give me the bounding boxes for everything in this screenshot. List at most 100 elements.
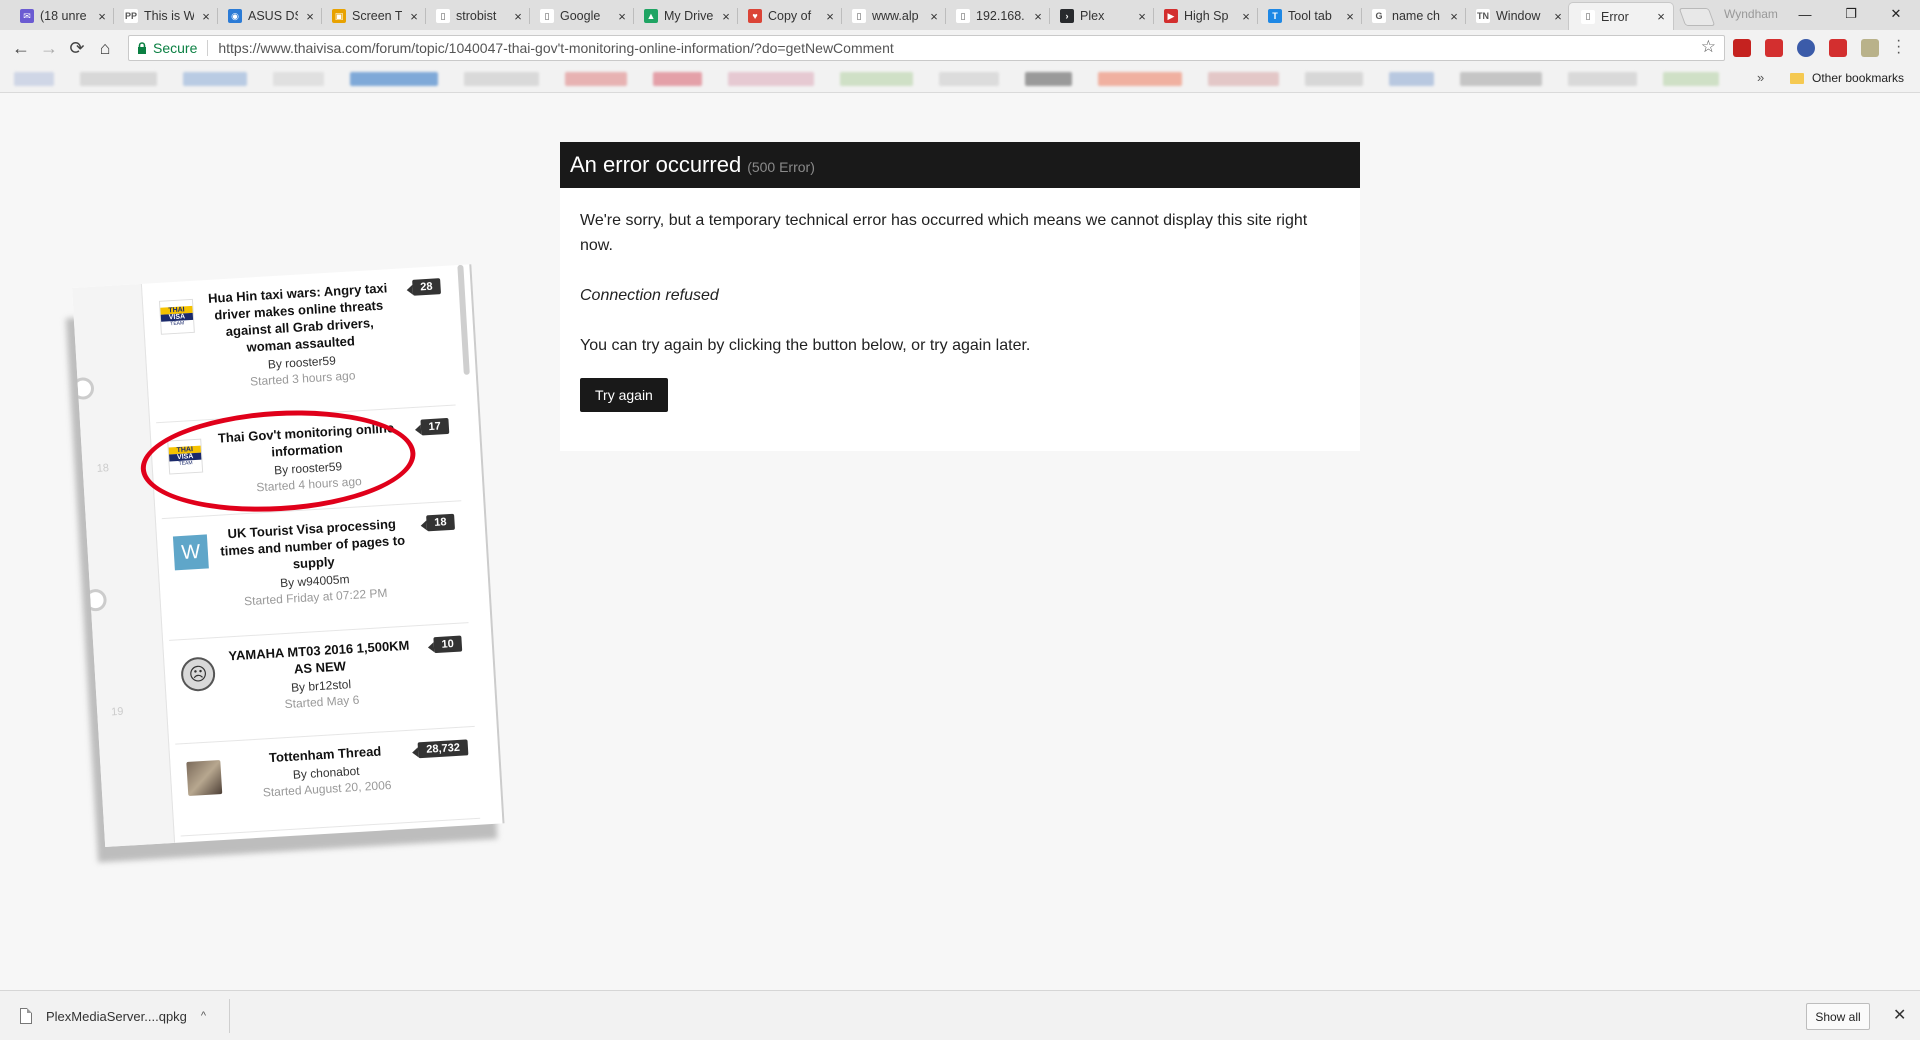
tab-favicon-icon: ▯ xyxy=(852,9,866,23)
download-filename: PlexMediaServer....qpkg xyxy=(46,1008,187,1024)
bookmark-item[interactable] xyxy=(653,72,702,86)
tab-2[interactable]: ◉ ASUS DS × xyxy=(216,2,322,30)
tab-favicon-icon: ▯ xyxy=(1581,9,1595,24)
error-hint: You can try again by clicking the button… xyxy=(580,337,1031,354)
try-again-button[interactable]: Try again xyxy=(580,378,668,412)
bookmark-item[interactable] xyxy=(1389,72,1434,86)
topic-title[interactable]: UK Tourist Visa processing times and num… xyxy=(216,515,409,577)
download-item[interactable]: PlexMediaServer....qpkg ^ xyxy=(20,1003,206,1029)
bookmarks-overflow-icon[interactable]: » xyxy=(1757,70,1764,85)
tab-close-icon[interactable]: × xyxy=(96,9,108,24)
tab-favicon-icon: G xyxy=(1372,9,1386,23)
tab-close-icon[interactable]: × xyxy=(1344,9,1356,24)
lastpass-icon[interactable] xyxy=(1829,39,1847,57)
forward-button[interactable]: → xyxy=(36,35,62,61)
show-all-button[interactable]: Show all xyxy=(1806,1003,1870,1030)
tab-title: Screen T xyxy=(352,9,402,23)
secure-indicator[interactable]: Secure xyxy=(129,40,209,56)
screenshot-image: 18 19 THAI VISA TEAM Hua Hin taxi wars: Ang… xyxy=(72,264,505,848)
topic-row[interactable]: THAI VISA TEAM Hua Hin taxi wars: Angry tax… xyxy=(147,265,456,424)
bookmark-item[interactable] xyxy=(1568,72,1637,86)
bookmark-item[interactable] xyxy=(464,72,539,86)
bookmark-item[interactable] xyxy=(840,72,913,86)
reply-count-badge: 28,732 xyxy=(417,739,469,759)
tab-close-icon[interactable]: × xyxy=(928,9,940,24)
tab-0[interactable]: ✉ (18 unre × xyxy=(8,2,114,30)
tab-14[interactable]: TN Window × xyxy=(1464,2,1570,30)
tab-1[interactable]: PP This is W × xyxy=(112,2,218,30)
topic-row[interactable]: W UK Tourist Visa processing times and nu… xyxy=(161,501,469,641)
bookmark-item[interactable] xyxy=(728,72,814,86)
error-header: An error occurred (500 Error) xyxy=(560,142,1360,188)
address-bar[interactable]: Secure https://www.thaivisa.com/forum/to… xyxy=(128,35,1725,61)
chevron-up-icon[interactable]: ^ xyxy=(201,1010,206,1022)
reply-count-badge: 17 xyxy=(420,417,450,436)
tab-close-icon[interactable]: × xyxy=(720,9,732,24)
tab-6[interactable]: ▲ My Drive × xyxy=(632,2,738,30)
tab-3[interactable]: ▣ Screen T × xyxy=(320,2,426,30)
topic-info: Hua Hin taxi wars: Angry taxi driver mak… xyxy=(202,279,398,391)
tab-favicon-icon: ▯ xyxy=(956,9,970,23)
bookmark-item[interactable] xyxy=(1460,72,1542,86)
globe-icon[interactable] xyxy=(1797,39,1815,57)
window-close-button[interactable]: ✕ xyxy=(1874,3,1918,25)
bookmark-item[interactable] xyxy=(1098,72,1182,86)
minimize-button[interactable]: — xyxy=(1783,3,1827,25)
tab-close-icon[interactable]: × xyxy=(1032,9,1044,24)
tab-8[interactable]: ▯ www.alp × xyxy=(840,2,946,30)
close-shelf-icon[interactable]: ✕ xyxy=(1893,1005,1906,1025)
tab-13[interactable]: Gname ch × xyxy=(1360,2,1466,30)
bookmark-item[interactable] xyxy=(1305,72,1363,86)
image-icon[interactable] xyxy=(1861,39,1879,57)
topic-row[interactable]: Tottenham Thread By chonabot Started Augus… xyxy=(175,726,481,837)
tab-5[interactable]: ▯ Google × xyxy=(528,2,634,30)
new-tab-button[interactable] xyxy=(1678,8,1716,26)
url-text[interactable]: https://www.thaivisa.com/forum/topic/104… xyxy=(208,40,893,56)
bookmark-item[interactable] xyxy=(565,72,627,86)
bookmark-item[interactable] xyxy=(350,72,438,86)
bookmark-item[interactable] xyxy=(1208,72,1279,86)
back-button[interactable]: ← xyxy=(8,35,34,61)
tab-11[interactable]: ▶ High Sp × xyxy=(1152,2,1258,30)
tab-close-icon[interactable]: × xyxy=(1240,9,1252,24)
bookmark-item[interactable] xyxy=(183,72,247,86)
tab-close-icon[interactable]: × xyxy=(408,9,420,24)
tab-close-icon[interactable]: × xyxy=(1448,9,1460,24)
shelf-divider xyxy=(229,999,230,1033)
restore-button[interactable]: ❐ xyxy=(1829,3,1873,25)
home-button[interactable]: ⌂ xyxy=(92,35,118,61)
bookmark-item[interactable] xyxy=(80,72,157,86)
bookmark-item[interactable] xyxy=(1025,72,1072,86)
topic-row[interactable]: ☹ YAMAHA MT03 2016 1,500KM AS NEW By br12s… xyxy=(169,623,475,745)
tab-9[interactable]: ▯ 192.168. × xyxy=(944,2,1050,30)
bookmark-item[interactable] xyxy=(273,72,324,86)
tab-12[interactable]: T Tool tab × xyxy=(1256,2,1362,30)
topic-info: YAMAHA MT03 2016 1,500KM AS NEW By br12st… xyxy=(224,636,418,714)
bookmark-star-icon[interactable]: ☆ xyxy=(1701,37,1716,57)
topic-title[interactable]: Hua Hin taxi wars: Angry taxi driver mak… xyxy=(202,279,396,358)
gmail-checker-icon[interactable] xyxy=(1733,39,1751,57)
tab-close-icon[interactable]: × xyxy=(616,9,628,24)
tab-close-icon[interactable]: × xyxy=(200,9,212,24)
chrome-menu-icon[interactable]: · · · xyxy=(1896,33,1901,61)
ublock-icon[interactable] xyxy=(1765,39,1783,57)
tab-close-icon[interactable]: × xyxy=(1552,9,1564,24)
tab-7[interactable]: ♥ Copy of × xyxy=(736,2,842,30)
reload-button[interactable]: ⟳ xyxy=(64,35,90,61)
tab-close-icon[interactable]: × xyxy=(1655,9,1667,24)
other-bookmarks[interactable]: Other bookmarks xyxy=(1790,71,1904,85)
file-icon xyxy=(20,1008,32,1024)
tab-close-icon[interactable]: × xyxy=(1136,9,1148,24)
bookmark-item[interactable] xyxy=(14,72,54,86)
tab-close-icon[interactable]: × xyxy=(304,9,316,24)
logo-line: TEAM xyxy=(170,320,185,328)
tab-close-icon[interactable]: × xyxy=(512,9,524,24)
topic-info: UK Tourist Visa processing times and num… xyxy=(216,515,411,610)
profile-name[interactable]: Wyndham xyxy=(1724,7,1778,21)
tab-4[interactable]: ▯ strobist × xyxy=(424,2,530,30)
bookmark-item[interactable] xyxy=(1663,72,1719,86)
bookmark-item[interactable] xyxy=(939,72,999,86)
tab-10[interactable]: › Plex × xyxy=(1048,2,1154,30)
tab-15[interactable]: ▯ Error × xyxy=(1568,2,1674,30)
tab-close-icon[interactable]: × xyxy=(824,9,836,24)
